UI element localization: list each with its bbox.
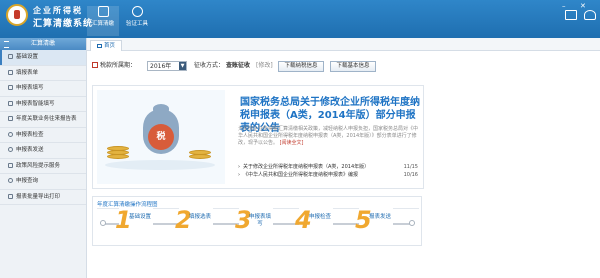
mail-icon[interactable]: [565, 10, 577, 20]
tools-icon: [131, 6, 143, 17]
sidebar-item-send[interactable]: 申报表发送: [0, 143, 86, 159]
sidebar: 汇算清缴 基础设置 填报表单 申报表填写 申报表智能填写 年度关联业务往来报告表…: [0, 38, 87, 278]
list-item-text: 《中华人民共和国企业所得税年度纳税申报表》编报: [243, 172, 359, 178]
app-title-line2: 汇算清缴系统: [33, 19, 94, 29]
list-item-text: 关于修改企业所得税年度纳税申报表（A类，2014年版）: [243, 164, 370, 170]
tab-label: 首页: [104, 43, 116, 49]
flow-step-2[interactable]: 2 填报选表: [175, 206, 215, 238]
tax-seal: 税: [148, 124, 174, 150]
sidebar-item-label: 年度关联业务往来报告表: [16, 116, 77, 122]
minimize-button[interactable]: –: [562, 2, 566, 10]
app-title-line1: 企业所得税: [33, 6, 83, 15]
step-number: 3: [235, 206, 252, 234]
mode-label: 征收方式：: [194, 62, 225, 69]
user-icon[interactable]: [584, 10, 596, 20]
menu-icon: [4, 41, 9, 48]
sidebar-item-query[interactable]: 申报查询: [0, 174, 86, 190]
notice-summary-text: 为贯彻企业所得税汇算清缴相关政策，减轻纳税人申报负担，国家税务总局对《中华人民共…: [238, 126, 419, 146]
close-window-button[interactable]: ✕: [580, 2, 586, 10]
coin-icon: [107, 146, 129, 151]
period-select[interactable]: 2016年 ▼: [147, 61, 187, 71]
list-item-date: 10/16: [403, 172, 418, 178]
sidebar-item-label: 申报表发送: [16, 147, 44, 153]
send-icon: [8, 147, 13, 152]
toolbar-label: 验证工具: [125, 21, 148, 27]
sidebar-item-label: 申报查询: [16, 178, 39, 184]
flow-step-4[interactable]: 4 申报检查: [295, 206, 335, 238]
illustration-shadow: [105, 160, 215, 170]
app-header: 企业所得税 汇算清缴系统 汇算清缴 验证工具 – ✕: [0, 0, 600, 38]
sidebar-item-fill-forms[interactable]: 申报表填写: [0, 81, 86, 97]
sidebar-item-label: 政策风险提示服务: [16, 162, 61, 169]
smart-edit-icon: [8, 100, 13, 106]
form-icon: [8, 69, 13, 75]
list-item[interactable]: › 《中华人民共和国企业所得税年度纳税申报表》编报 10/16: [238, 171, 420, 179]
sidebar-item-label: 基础设置: [16, 54, 39, 60]
settings-icon: [8, 54, 13, 59]
sidebar-item-policy-risk[interactable]: 政策风险提示服务: [0, 159, 86, 174]
step-number: 5: [355, 206, 372, 234]
step-label: 申报表填写: [249, 214, 272, 227]
toolbar-label: 汇算清缴: [91, 21, 114, 27]
step-number: 2: [175, 206, 192, 234]
sidebar-item-label: 申报表填写: [16, 85, 44, 91]
check-icon: [8, 131, 13, 137]
notice-list: › 关于修改企业所得税年度纳税申报表（A类，2014年版） 11/15 › 《中华人民…: [238, 163, 420, 179]
mode-value: 查账征收: [226, 62, 251, 69]
sidebar-item-related-report[interactable]: 年度关联业务往来报告表: [0, 112, 86, 128]
sidebar-item-basic-settings[interactable]: 基础设置: [0, 50, 86, 66]
search-icon: [8, 178, 13, 183]
step-label: 基础设置: [129, 214, 152, 220]
step-label: 填报选表: [189, 214, 212, 220]
list-item-date: 11/15: [403, 164, 418, 170]
step-number: 4: [295, 206, 312, 234]
warning-icon: [8, 162, 13, 168]
tax-illustration: 税: [97, 90, 225, 184]
sidebar-item-label: 申报表检查: [16, 131, 44, 138]
bullet-icon: ›: [238, 164, 240, 170]
flow-step-1[interactable]: 1 基础设置: [115, 206, 155, 238]
flow-step-5[interactable]: 5 报表发送: [355, 206, 395, 238]
sidebar-item-smart-fill[interactable]: 申报表智能填写: [0, 97, 86, 112]
tab-bar: 首页: [87, 38, 600, 51]
toolbar-button-tools[interactable]: 验证工具: [121, 6, 153, 36]
print-icon: [8, 193, 13, 199]
step-label: 申报检查: [309, 214, 332, 220]
grid-icon: [97, 6, 109, 17]
step-number: 1: [115, 206, 132, 234]
sidebar-header[interactable]: 汇算清缴: [0, 38, 86, 50]
download-basic-button[interactable]: 下载基本信息: [330, 61, 376, 72]
chevron-down-icon: ▼: [179, 62, 186, 70]
tab-home[interactable]: 首页: [90, 40, 123, 51]
flow-step-3[interactable]: 3 申报表填写: [235, 206, 275, 238]
step-label: 报表发送: [369, 214, 392, 220]
modify-link[interactable]: [修改]: [256, 59, 273, 73]
notice-summary: 为贯彻企业所得税汇算清缴相关政策，减轻纳税人申报负担，国家税务总局对《中华人民共…: [238, 126, 418, 147]
report-icon: [8, 116, 13, 121]
flow-end-node: [409, 220, 415, 226]
period-label: 税款所属期：: [100, 62, 137, 69]
tax-emblem-icon: [6, 4, 28, 26]
toolbar-button-declaration[interactable]: 汇算清缴: [87, 6, 119, 36]
period-value: 2016年: [150, 63, 172, 70]
sidebar-item-label: 填报表单: [16, 69, 39, 76]
bullet-icon: ›: [238, 172, 240, 178]
calendar-icon: [92, 62, 98, 68]
process-flow: 年度汇算清缴操作流程图 1 基础设置 2 填报选表 3 申报表填写 4 申报检查…: [92, 196, 422, 246]
sidebar-item-label: 申报表智能填写: [16, 100, 55, 107]
sidebar-item-select-forms[interactable]: 填报表单: [0, 66, 86, 81]
sidebar-title: 汇算清缴: [30, 40, 55, 47]
coin-icon: [189, 150, 211, 155]
list-item[interactable]: › 关于修改企业所得税年度纳税申报表（A类，2014年版） 11/15: [238, 163, 420, 171]
home-icon: [97, 44, 102, 48]
edit-icon: [8, 85, 13, 90]
download-taxpayer-button[interactable]: 下载纳税信息: [278, 61, 324, 72]
filter-bar: 税款所属期： 2016年 ▼ 征收方式： 查账征收 [修改] 下载纳税信息 下载…: [92, 59, 422, 73]
sidebar-item-label: 报表批量导出打印: [16, 193, 61, 200]
flow-start-node: [100, 220, 106, 226]
read-more-link[interactable]: [阅读全文]: [280, 140, 304, 146]
sidebar-item-check[interactable]: 申报表检查: [0, 128, 86, 143]
sidebar-item-batch-print[interactable]: 报表批量导出打印: [0, 190, 86, 205]
